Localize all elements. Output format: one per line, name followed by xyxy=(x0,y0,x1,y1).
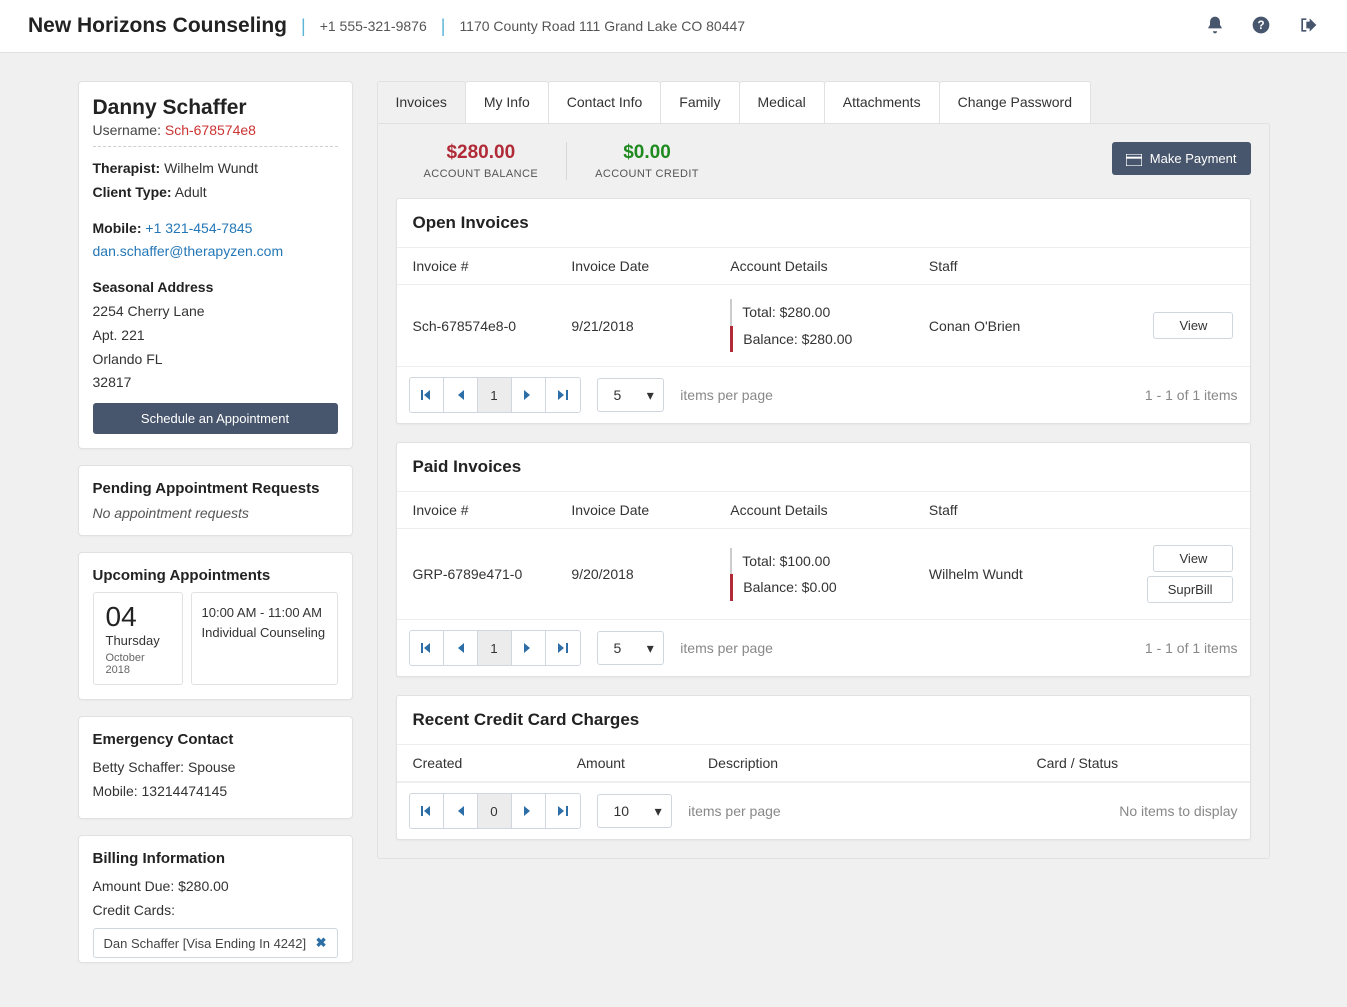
items-per-page-select[interactable]: 10 ▾ xyxy=(597,794,673,828)
pager-first-icon[interactable] xyxy=(410,378,444,412)
cc-charges-panel: Recent Credit Card Charges Created Amoun… xyxy=(396,695,1251,840)
pager-prev-icon[interactable] xyxy=(444,631,478,665)
remove-card-icon[interactable]: ✖ xyxy=(316,935,327,951)
paid-invoices-panel: Paid Invoices Invoice # Invoice Date Acc… xyxy=(396,442,1251,677)
pager-first-icon[interactable] xyxy=(410,794,444,828)
caret-down-icon: ▾ xyxy=(637,387,663,404)
tab-change-password[interactable]: Change Password xyxy=(939,81,1091,123)
upcoming-appointments-card: Upcoming Appointments 04 Thursday Octobe… xyxy=(78,552,353,700)
address-label: Seasonal Address xyxy=(93,279,214,295)
appt-desc-tile[interactable]: 10:00 AM - 11:00 AM Individual Counselin… xyxy=(191,592,338,685)
view-button[interactable]: View xyxy=(1153,312,1233,339)
header-address: 1170 County Road 111 Grand Lake CO 80447 xyxy=(459,18,745,34)
pager-current[interactable]: 0 xyxy=(478,794,512,828)
items-per-page-select[interactable]: 5 ▾ xyxy=(597,631,665,665)
pager-prev-icon[interactable] xyxy=(444,794,478,828)
tab-my-info[interactable]: My Info xyxy=(465,81,549,123)
table-row: GRP-6789e471-0 9/20/2018 Total: $100.00 … xyxy=(397,529,1250,619)
credit-box: $0.00 ACCOUNT CREDIT xyxy=(567,142,727,180)
tab-invoices[interactable]: Invoices xyxy=(377,81,466,123)
profile-card: Danny Schaffer Username: Sch-678574e8 Th… xyxy=(78,81,353,449)
account-credit-amount: $0.00 xyxy=(595,142,699,164)
items-per-page-select[interactable]: 5 ▾ xyxy=(597,378,665,412)
pager-current[interactable]: 1 xyxy=(478,378,512,412)
emergency-title: Emergency Contact xyxy=(93,731,338,748)
bell-icon[interactable] xyxy=(1205,15,1225,38)
logout-icon[interactable] xyxy=(1297,15,1319,38)
open-invoices-title: Open Invoices xyxy=(397,199,1250,247)
username-label: Username: xyxy=(93,122,161,138)
emergency-contact-card: Emergency Contact Betty Schaffer: Spouse… xyxy=(78,716,353,819)
pager-info: 1 - 1 of 1 items xyxy=(1145,640,1238,656)
profile-name: Danny Schaffer xyxy=(93,96,338,120)
billing-info-card: Billing Information Amount Due: $280.00 … xyxy=(78,835,353,964)
topbar: New Horizons Counseling | +1 555-321-987… xyxy=(0,0,1347,53)
invoice-number: Sch-678574e8-0 xyxy=(413,318,572,334)
header-phone: +1 555-321-9876 xyxy=(320,18,427,34)
pager: 1 xyxy=(409,630,581,666)
username-value: Sch-678574e8 xyxy=(165,122,256,138)
account-balance-amount: $280.00 xyxy=(424,142,539,164)
pending-title: Pending Appointment Requests xyxy=(93,480,338,497)
tab-contact-info[interactable]: Contact Info xyxy=(548,81,662,123)
balance-box: $280.00 ACCOUNT BALANCE xyxy=(396,142,568,180)
invoice-staff: Wilhelm Wundt xyxy=(929,566,1114,582)
pager-next-icon[interactable] xyxy=(512,378,546,412)
appt-date-tile[interactable]: 04 Thursday October 2018 xyxy=(93,592,183,685)
pending-requests-card: Pending Appointment Requests No appointm… xyxy=(78,465,353,536)
credit-card-icon xyxy=(1126,151,1142,166)
pager-first-icon[interactable] xyxy=(410,631,444,665)
pager-prev-icon[interactable] xyxy=(444,378,478,412)
invoice-staff: Conan O'Brien xyxy=(929,318,1114,334)
pager-last-icon[interactable] xyxy=(546,378,580,412)
table-row: Sch-678574e8-0 9/21/2018 Total: $280.00 … xyxy=(397,285,1250,366)
pending-empty: No appointment requests xyxy=(93,505,338,521)
upcoming-title: Upcoming Appointments xyxy=(93,567,338,584)
caret-down-icon: ▾ xyxy=(637,640,663,657)
tab-medical[interactable]: Medical xyxy=(739,81,825,123)
make-payment-button[interactable]: Make Payment xyxy=(1112,142,1251,175)
pager-last-icon[interactable] xyxy=(546,794,580,828)
pager-next-icon[interactable] xyxy=(512,794,546,828)
client-type: Adult xyxy=(175,184,207,200)
tabs: Invoices My Info Contact Info Family Med… xyxy=(377,81,1270,123)
invoice-date: 9/21/2018 xyxy=(571,318,730,334)
billing-title: Billing Information xyxy=(93,850,338,867)
pager-info: No items to display xyxy=(1119,803,1237,819)
view-button[interactable]: View xyxy=(1153,545,1233,572)
open-invoices-panel: Open Invoices Invoice # Invoice Date Acc… xyxy=(396,198,1251,424)
pager: 0 xyxy=(409,793,581,829)
invoice-date: 9/20/2018 xyxy=(571,566,730,582)
invoice-number: GRP-6789e471-0 xyxy=(413,566,572,582)
email-link[interactable]: dan.schaffer@therapyzen.com xyxy=(93,243,284,259)
paid-invoices-title: Paid Invoices xyxy=(397,443,1250,491)
tab-attachments[interactable]: Attachments xyxy=(824,81,940,123)
help-icon[interactable]: ? xyxy=(1251,15,1271,38)
mobile-link[interactable]: +1 321-454-7845 xyxy=(145,220,252,236)
tab-family[interactable]: Family xyxy=(660,81,739,123)
amount-due: Amount Due: $280.00 xyxy=(93,875,338,899)
pager-last-icon[interactable] xyxy=(546,631,580,665)
pager: 1 xyxy=(409,377,581,413)
cc-label: Credit Cards: xyxy=(93,899,338,923)
suprbill-button[interactable]: SuprBill xyxy=(1147,576,1234,603)
pager-next-icon[interactable] xyxy=(512,631,546,665)
caret-down-icon: ▾ xyxy=(645,803,671,820)
cc-charges-title: Recent Credit Card Charges xyxy=(397,696,1250,744)
schedule-appointment-button[interactable]: Schedule an Appointment xyxy=(93,403,338,434)
pager-current[interactable]: 1 xyxy=(478,631,512,665)
svg-text:?: ? xyxy=(1257,19,1264,32)
brand[interactable]: New Horizons Counseling xyxy=(28,14,287,38)
therapist: Wilhelm Wundt xyxy=(164,160,258,176)
pager-info: 1 - 1 of 1 items xyxy=(1145,387,1238,403)
tabbody: $280.00 ACCOUNT BALANCE $0.00 ACCOUNT CR… xyxy=(377,123,1270,859)
credit-card-chip: Dan Schaffer [Visa Ending In 4242] ✖ xyxy=(93,928,338,958)
